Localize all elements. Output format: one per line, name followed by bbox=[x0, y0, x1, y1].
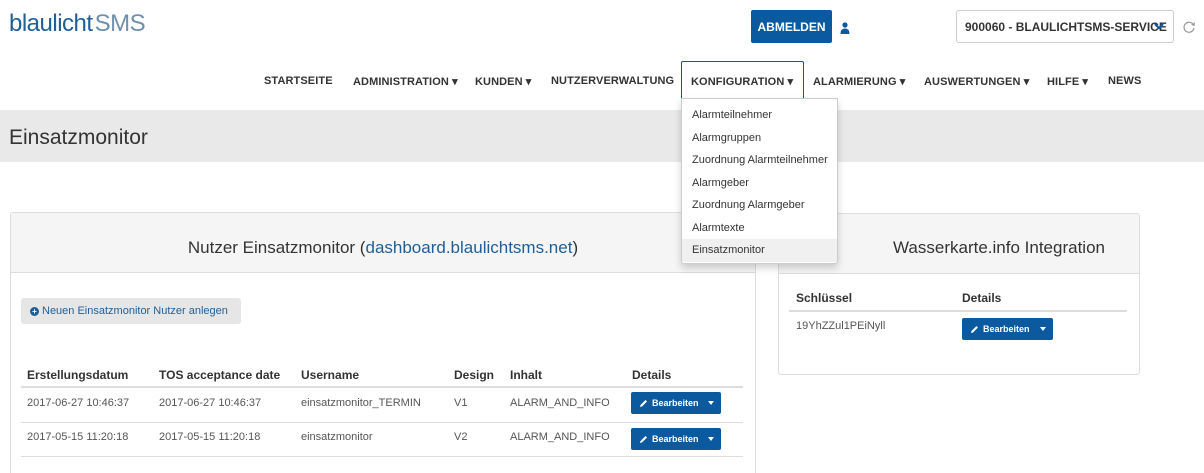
edit-button[interactable]: Bearbeiten bbox=[962, 318, 1053, 340]
nav-startseite[interactable]: STARTSEITE bbox=[264, 75, 333, 87]
menu-item-einsatzmonitor[interactable]: Einsatzmonitor bbox=[682, 239, 837, 262]
nav-konfiguration[interactable]: KONFIGURATION ▾ bbox=[691, 75, 793, 88]
page-title: Einsatzmonitor bbox=[9, 126, 148, 149]
table-cell: ALARM_AND_INFO bbox=[510, 397, 610, 409]
edit-button[interactable]: Bearbeiten bbox=[631, 428, 721, 450]
plus-circle-icon: + bbox=[30, 306, 39, 316]
nav-administration[interactable]: ADMINISTRATION ▾ bbox=[353, 75, 458, 88]
nav-hilfe[interactable]: HILFE ▾ bbox=[1047, 75, 1088, 88]
refresh-icon[interactable] bbox=[1182, 20, 1196, 34]
menu-item-zuordnung-alarmgeber[interactable]: Zuordnung Alarmgeber bbox=[682, 194, 837, 217]
organization-select[interactable]: 900060 - BLAULICHTSMS-SERVICE bbox=[956, 10, 1174, 43]
nav-news[interactable]: NEWS bbox=[1108, 75, 1141, 87]
dashboard-link[interactable]: dashboard.blaulichtsms.net bbox=[365, 238, 572, 257]
menu-item-alarmtexte[interactable]: Alarmtexte bbox=[682, 217, 837, 240]
table-cell: einsatzmonitor_TERMIN bbox=[301, 397, 421, 409]
col-header-details: Details bbox=[632, 368, 672, 382]
menu-item-alarmteilnehmer[interactable]: Alarmteilnehmer bbox=[682, 104, 837, 127]
chevron-down-icon bbox=[1154, 23, 1164, 30]
table-row-divider bbox=[21, 456, 743, 457]
pencil-icon bbox=[640, 435, 647, 443]
nav-alarmierung[interactable]: ALARMIERUNG ▾ bbox=[813, 75, 905, 88]
table-cell: ALARM_AND_INFO bbox=[510, 431, 610, 443]
organization-select-value: 900060 - BLAULICHTSMS-SERVICE bbox=[965, 19, 1167, 34]
table-header-divider bbox=[21, 386, 743, 388]
table-cell: 2017-05-15 11:20:18 bbox=[27, 431, 129, 443]
nav-nutzerverwaltung[interactable]: NUTZERVERWALTUNG bbox=[551, 75, 674, 87]
col-header-schluessel: Schlüssel bbox=[796, 291, 853, 305]
table-cell: 2017-06-27 10:46:37 bbox=[27, 397, 130, 409]
col-header-inhalt: Inhalt bbox=[510, 368, 542, 382]
table-cell: 19YhZZul1PEiNyll bbox=[796, 320, 886, 332]
panel-title-prefix: Nutzer Einsatzmonitor ( bbox=[187, 238, 366, 257]
add-user-label: Neuen Einsatzmonitor Nutzer anlegen bbox=[42, 305, 228, 317]
konfiguration-dropdown-menu: Alarmteilnehmer Alarmgruppen Zuordnung A… bbox=[681, 98, 838, 264]
table-header-divider bbox=[789, 310, 1127, 312]
table-row-divider bbox=[21, 422, 743, 423]
edit-button-label: Bearbeiten bbox=[983, 324, 1030, 334]
table-cell: 2017-05-15 11:20:18 bbox=[159, 431, 261, 443]
page-title-bar bbox=[0, 110, 1204, 162]
user-icon[interactable] bbox=[840, 22, 850, 34]
table-cell: V2 bbox=[454, 431, 468, 443]
nav-kunden[interactable]: KUNDEN ▾ bbox=[475, 75, 531, 88]
logo-text-sub: SMS bbox=[94, 10, 146, 37]
caret-down-icon[interactable] bbox=[708, 401, 714, 405]
table-cell: V1 bbox=[454, 397, 468, 409]
edit-button[interactable]: Bearbeiten bbox=[631, 392, 721, 414]
pencil-icon bbox=[971, 325, 978, 333]
menu-item-zuordnung-alarmteilnehmer[interactable]: Zuordnung Alarmteilnehmer bbox=[682, 149, 837, 172]
col-header-erstellungsdatum: Erstellungsdatum bbox=[27, 368, 129, 382]
pencil-icon bbox=[640, 399, 647, 407]
col-header-design: Design bbox=[454, 368, 495, 382]
caret-down-icon[interactable] bbox=[708, 437, 714, 441]
col-header-username: Username bbox=[301, 368, 360, 382]
app-logo[interactable]: blaulichtSMS bbox=[9, 10, 146, 38]
edit-button-label: Bearbeiten bbox=[652, 434, 699, 444]
edit-button-label: Bearbeiten bbox=[652, 398, 699, 408]
panel-title: Nutzer Einsatzmonitor (dashboard.blaulic… bbox=[11, 238, 755, 258]
table-cell: einsatzmonitor bbox=[301, 431, 373, 443]
table-cell: 2017-06-27 10:46:37 bbox=[159, 397, 262, 409]
menu-item-alarmgruppen[interactable]: Alarmgruppen bbox=[682, 127, 837, 150]
nav-auswertungen[interactable]: AUSWERTUNGEN ▾ bbox=[924, 75, 1029, 88]
menu-item-alarmgeber[interactable]: Alarmgeber bbox=[682, 172, 837, 195]
logout-button[interactable]: ABMELDEN bbox=[751, 10, 832, 43]
logo-text-main: blaulicht bbox=[9, 10, 93, 37]
caret-down-icon[interactable] bbox=[1040, 327, 1046, 331]
col-header-tos-date: TOS acceptance date bbox=[159, 368, 281, 382]
panel-title-suffix: ) bbox=[572, 238, 579, 257]
add-einsatzmonitor-user-button[interactable]: + Neuen Einsatzmonitor Nutzer anlegen bbox=[21, 298, 241, 324]
col-header-details: Details bbox=[962, 291, 1002, 305]
